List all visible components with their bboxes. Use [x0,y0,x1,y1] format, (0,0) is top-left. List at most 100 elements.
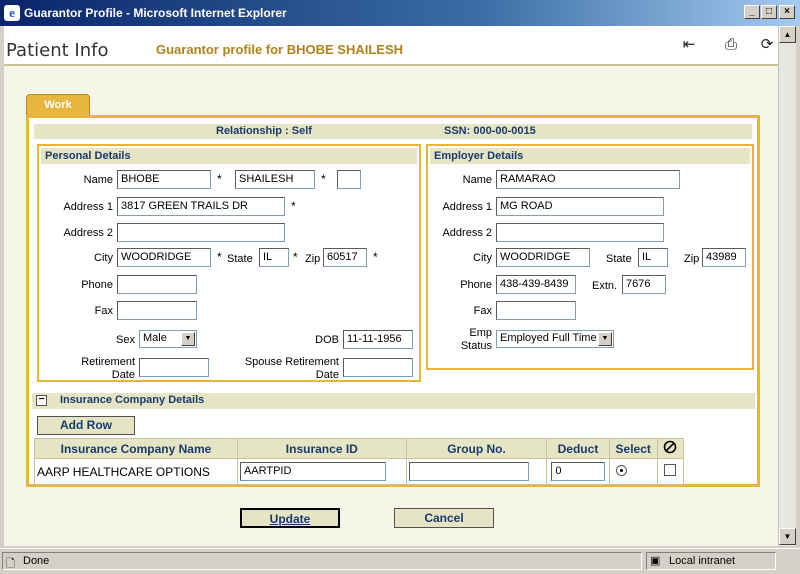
column-header-deduct: Deduct [546,438,610,459]
employer-address2-input[interactable] [496,223,664,242]
employer-phone-label: Phone [460,279,492,291]
employer-state-input[interactable]: IL [638,248,668,267]
address2-label: Address 2 [63,227,113,239]
maximize-button[interactable]: □ [761,5,777,19]
relationship-bar: Relationship : Self SSN: 000-00-0015 [34,124,752,139]
city-input[interactable]: WOODRIDGE [117,248,211,267]
fax-label: Fax [94,305,113,317]
emp-status-label-line1: Emp [469,327,492,339]
status-text: Done [23,555,50,567]
column-header-group-no: Group No. [405,438,548,459]
employer-name-label: Name [462,174,492,186]
spouse-label-line1: Spouse Retirement [244,356,339,368]
cancel-button[interactable]: Cancel [394,508,494,528]
employer-city-label: City [473,252,492,264]
close-button[interactable]: × [779,5,795,19]
first-name-input[interactable]: SHAILESH [235,170,315,189]
scroll-up-arrow-icon[interactable]: ▲ [779,26,796,43]
print-icon[interactable]: ⎙ [722,36,740,54]
employer-details-section: Employer Details Name RAMARAO Address 1 … [426,144,754,370]
insurance-table: Insurance Company Name Insurance ID Grou… [34,438,685,485]
employer-fax-input[interactable] [496,301,576,320]
refresh-icon[interactable]: ⟳ [758,36,776,54]
select-cell [608,458,658,485]
deduct-cell: 0 [546,458,610,485]
scroll-down-arrow-icon[interactable]: ▼ [779,528,796,545]
required-marker: * [293,250,298,264]
relationship-text: Relationship : Self [216,125,312,137]
personal-details-section: Personal Details Name BHOBE * SHAILESH *… [37,144,421,382]
group-no-input[interactable] [408,462,529,481]
employer-name-input[interactable]: RAMARAO [496,170,680,189]
extn-input[interactable]: 7676 [622,275,666,294]
page-content: Patient Info Guarantor profile for BHOBE… [4,26,778,546]
required-marker: * [217,250,222,264]
address2-input[interactable] [117,223,285,242]
retirement-date-label: Retirement Date [49,356,135,382]
no-entry-icon [664,440,677,454]
dob-input[interactable]: 11-11-1956 [343,330,413,349]
vertical-scrollbar[interactable]: ▲ ▼ [778,26,796,546]
company-cell: AARP HEALTHCARE OPTIONS [34,458,238,485]
phone-input[interactable] [117,275,197,294]
table-row: AARP HEALTHCARE OPTIONS AARTPID 0 [34,458,685,485]
sex-select[interactable]: Male ▼ [139,330,197,348]
employer-city-input[interactable]: WOODRIDGE [496,248,590,267]
state-input[interactable]: IL [259,248,289,267]
spouse-retirement-input[interactable] [343,358,413,377]
required-marker: * [217,172,222,186]
zip-label: Zip [305,253,321,265]
delete-checkbox[interactable] [663,464,676,476]
minimize-button[interactable]: _ [744,5,760,19]
chevron-down-icon[interactable]: ▼ [598,332,612,346]
employer-fax-label: Fax [473,305,492,317]
delete-cell [656,458,685,485]
employer-phone-input[interactable]: 438-439-8439 [496,275,576,294]
emp-status-value: Employed Full Time [500,332,597,344]
name-label: Name [83,174,113,186]
required-marker: * [291,199,296,213]
add-row-button[interactable]: Add Row [37,416,135,435]
last-name-input[interactable]: BHOBE [117,170,211,189]
exit-icon[interactable]: ⇤ [680,36,698,54]
chevron-down-icon[interactable]: ▼ [181,332,195,346]
retirement-label-line1: Retirement [81,356,135,368]
middle-initial-input[interactable] [337,170,361,189]
insurance-details-heading: Insurance Company Details [60,394,205,406]
radio-dot [619,468,623,472]
dob-label: DOB [315,334,339,346]
employer-zip-label: Zip [684,253,700,265]
retirement-label-line2: Date [111,369,135,381]
insurance-id-cell: AARTPID [236,458,407,485]
fax-input[interactable] [117,301,197,320]
emp-status-label-line2: Status [460,340,492,352]
address1-label: Address 1 [63,201,113,213]
spouse-label-line2: Date [315,369,339,381]
table-header-row: Insurance Company Name Insurance ID Grou… [34,438,685,459]
insurance-id-input[interactable]: AARTPID [239,462,386,481]
ssn-text: SSN: 000-00-0015 [444,125,536,137]
intranet-icon: ▣ [650,555,661,567]
state-label: State [227,253,253,265]
emp-status-select[interactable]: Employed Full Time ▼ [496,330,614,348]
work-panel: Relationship : Self SSN: 000-00-0015 Per… [26,115,760,487]
address1-input[interactable]: 3817 GREEN TRAILS DR [117,197,285,216]
select-radio[interactable] [615,464,627,476]
tab-work[interactable]: Work [26,94,90,116]
employer-address1-input[interactable]: MG ROAD [496,197,664,216]
emp-status-label: Emp Status [432,327,492,353]
employer-zip-input[interactable]: 43989 [702,248,746,267]
retirement-date-input[interactable] [139,358,209,377]
employer-details-heading: Employer Details [430,148,750,164]
sex-label: Sex [116,334,135,346]
column-header-delete [656,438,685,459]
group-no-cell [405,458,548,485]
employer-state-label: State [606,253,632,265]
deduct-input[interactable]: 0 [551,462,606,481]
update-button[interactable]: Update [240,508,340,528]
required-marker: * [373,250,378,264]
collapse-icon[interactable]: − [36,395,47,406]
insurance-details-bar: − Insurance Company Details [32,393,755,409]
page-title: Patient Info [6,40,109,61]
zip-input[interactable]: 60517 [323,248,367,267]
